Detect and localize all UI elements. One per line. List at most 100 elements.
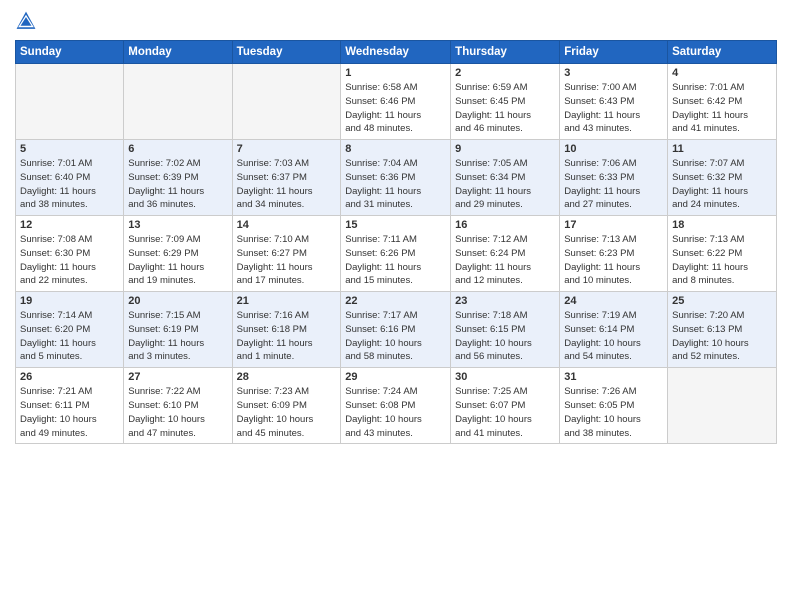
calendar-day-cell: [16, 64, 124, 140]
day-number: 7: [237, 143, 337, 155]
day-number: 22: [345, 295, 446, 307]
day-number: 1: [345, 67, 446, 79]
day-number: 23: [455, 295, 555, 307]
day-info: Sunrise: 7:13 AM Sunset: 6:22 PM Dayligh…: [672, 233, 772, 288]
day-info: Sunrise: 7:15 AM Sunset: 6:19 PM Dayligh…: [128, 309, 227, 364]
day-number: 21: [237, 295, 337, 307]
day-number: 29: [345, 371, 446, 383]
day-info: Sunrise: 7:25 AM Sunset: 6:07 PM Dayligh…: [455, 385, 555, 440]
day-number: 15: [345, 219, 446, 231]
day-number: 2: [455, 67, 555, 79]
calendar-day-cell: 5Sunrise: 7:01 AM Sunset: 6:40 PM Daylig…: [16, 140, 124, 216]
calendar-body: 1 Sunrise: 6:58 AM Sunset: 6:46 PM Daylig…: [16, 64, 777, 444]
calendar-day-cell: 4 Sunrise: 7:01 AM Sunset: 6:42 PM Daylig…: [668, 64, 777, 140]
day-number: 6: [128, 143, 227, 155]
day-info: Sunrise: 7:20 AM Sunset: 6:13 PM Dayligh…: [672, 309, 772, 364]
calendar-day-cell: 11 Sunrise: 7:07 AM Sunset: 6:32 PM Dayli…: [668, 140, 777, 216]
calendar-day-cell: 6 Sunrise: 7:02 AM Sunset: 6:39 PM Daylig…: [124, 140, 232, 216]
day-number: 11: [672, 143, 772, 155]
day-info: Sunrise: 7:11 AM Sunset: 6:26 PM Dayligh…: [345, 233, 446, 288]
calendar-week-row: 12Sunrise: 7:08 AM Sunset: 6:30 PM Dayli…: [16, 216, 777, 292]
day-info: Sunrise: 6:59 AM Sunset: 6:45 PM Dayligh…: [455, 81, 555, 136]
day-number: 12: [20, 219, 119, 231]
day-number: 3: [564, 67, 663, 79]
weekday-header: Saturday: [668, 41, 777, 64]
calendar-day-cell: 7 Sunrise: 7:03 AM Sunset: 6:37 PM Daylig…: [232, 140, 341, 216]
calendar-day-cell: 25 Sunrise: 7:20 AM Sunset: 6:13 PM Dayli…: [668, 292, 777, 368]
weekday-header: Monday: [124, 41, 232, 64]
weekday-header: Friday: [560, 41, 668, 64]
calendar-day-cell: 18 Sunrise: 7:13 AM Sunset: 6:22 PM Dayli…: [668, 216, 777, 292]
calendar-day-cell: [668, 368, 777, 444]
weekday-header: Wednesday: [341, 41, 451, 64]
day-info: Sunrise: 7:23 AM Sunset: 6:09 PM Dayligh…: [237, 385, 337, 440]
calendar-day-cell: 17 Sunrise: 7:13 AM Sunset: 6:23 PM Dayli…: [560, 216, 668, 292]
day-info: Sunrise: 7:03 AM Sunset: 6:37 PM Dayligh…: [237, 157, 337, 212]
calendar-day-cell: 26Sunrise: 7:21 AM Sunset: 6:11 PM Dayli…: [16, 368, 124, 444]
weekday-header: Sunday: [16, 41, 124, 64]
calendar-day-cell: [124, 64, 232, 140]
day-number: 14: [237, 219, 337, 231]
day-number: 24: [564, 295, 663, 307]
calendar-day-cell: 29 Sunrise: 7:24 AM Sunset: 6:08 PM Dayli…: [341, 368, 451, 444]
day-info: Sunrise: 7:07 AM Sunset: 6:32 PM Dayligh…: [672, 157, 772, 212]
calendar-day-cell: 24 Sunrise: 7:19 AM Sunset: 6:14 PM Dayli…: [560, 292, 668, 368]
day-info: Sunrise: 7:00 AM Sunset: 6:43 PM Dayligh…: [564, 81, 663, 136]
day-info: Sunrise: 7:13 AM Sunset: 6:23 PM Dayligh…: [564, 233, 663, 288]
calendar-week-row: 19 Sunrise: 7:14 AM Sunset: 6:20 PM Dayli…: [16, 292, 777, 368]
calendar-day-cell: 31 Sunrise: 7:26 AM Sunset: 6:05 PM Dayli…: [560, 368, 668, 444]
calendar-day-cell: 27Sunrise: 7:22 AM Sunset: 6:10 PM Dayli…: [124, 368, 232, 444]
day-number: 8: [345, 143, 446, 155]
day-info: Sunrise: 7:21 AM Sunset: 6:11 PM Dayligh…: [20, 385, 119, 440]
day-number: 28: [237, 371, 337, 383]
day-info: Sunrise: 7:10 AM Sunset: 6:27 PM Dayligh…: [237, 233, 337, 288]
day-info: Sunrise: 7:06 AM Sunset: 6:33 PM Dayligh…: [564, 157, 663, 212]
day-info: Sunrise: 7:14 AM Sunset: 6:20 PM Dayligh…: [20, 309, 119, 364]
day-number: 19: [20, 295, 119, 307]
calendar-week-row: 5Sunrise: 7:01 AM Sunset: 6:40 PM Daylig…: [16, 140, 777, 216]
calendar-day-cell: 30Sunrise: 7:25 AM Sunset: 6:07 PM Dayli…: [451, 368, 560, 444]
day-number: 25: [672, 295, 772, 307]
day-info: Sunrise: 7:12 AM Sunset: 6:24 PM Dayligh…: [455, 233, 555, 288]
day-number: 17: [564, 219, 663, 231]
day-number: 16: [455, 219, 555, 231]
day-info: Sunrise: 7:19 AM Sunset: 6:14 PM Dayligh…: [564, 309, 663, 364]
calendar-week-row: 26Sunrise: 7:21 AM Sunset: 6:11 PM Dayli…: [16, 368, 777, 444]
logo-icon: [15, 10, 37, 32]
day-number: 31: [564, 371, 663, 383]
day-info: Sunrise: 6:58 AM Sunset: 6:46 PM Dayligh…: [345, 81, 446, 136]
calendar-day-cell: 23 Sunrise: 7:18 AM Sunset: 6:15 PM Dayli…: [451, 292, 560, 368]
day-number: 4: [672, 67, 772, 79]
calendar-day-cell: 9Sunrise: 7:05 AM Sunset: 6:34 PM Daylig…: [451, 140, 560, 216]
calendar-day-cell: 12Sunrise: 7:08 AM Sunset: 6:30 PM Dayli…: [16, 216, 124, 292]
header: [15, 10, 777, 32]
day-info: Sunrise: 7:26 AM Sunset: 6:05 PM Dayligh…: [564, 385, 663, 440]
calendar-day-cell: 13Sunrise: 7:09 AM Sunset: 6:29 PM Dayli…: [124, 216, 232, 292]
day-number: 10: [564, 143, 663, 155]
calendar-day-cell: 10 Sunrise: 7:06 AM Sunset: 6:33 PM Dayli…: [560, 140, 668, 216]
calendar-day-cell: 21 Sunrise: 7:16 AM Sunset: 6:18 PM Dayli…: [232, 292, 341, 368]
day-number: 9: [455, 143, 555, 155]
day-info: Sunrise: 7:01 AM Sunset: 6:40 PM Dayligh…: [20, 157, 119, 212]
calendar-header-row: SundayMondayTuesdayWednesdayThursdayFrid…: [16, 41, 777, 64]
calendar-day-cell: 14 Sunrise: 7:10 AM Sunset: 6:27 PM Dayli…: [232, 216, 341, 292]
weekday-header: Tuesday: [232, 41, 341, 64]
day-info: Sunrise: 7:22 AM Sunset: 6:10 PM Dayligh…: [128, 385, 227, 440]
day-info: Sunrise: 7:24 AM Sunset: 6:08 PM Dayligh…: [345, 385, 446, 440]
day-info: Sunrise: 7:16 AM Sunset: 6:18 PM Dayligh…: [237, 309, 337, 364]
calendar-day-cell: 16 Sunrise: 7:12 AM Sunset: 6:24 PM Dayli…: [451, 216, 560, 292]
calendar-day-cell: 1 Sunrise: 6:58 AM Sunset: 6:46 PM Daylig…: [341, 64, 451, 140]
day-info: Sunrise: 7:02 AM Sunset: 6:39 PM Dayligh…: [128, 157, 227, 212]
weekday-header: Thursday: [451, 41, 560, 64]
calendar-day-cell: 19 Sunrise: 7:14 AM Sunset: 6:20 PM Dayli…: [16, 292, 124, 368]
calendar-day-cell: 22 Sunrise: 7:17 AM Sunset: 6:16 PM Dayli…: [341, 292, 451, 368]
day-number: 18: [672, 219, 772, 231]
day-info: Sunrise: 7:18 AM Sunset: 6:15 PM Dayligh…: [455, 309, 555, 364]
day-info: Sunrise: 7:01 AM Sunset: 6:42 PM Dayligh…: [672, 81, 772, 136]
calendar-day-cell: 3 Sunrise: 7:00 AM Sunset: 6:43 PM Daylig…: [560, 64, 668, 140]
calendar-day-cell: [232, 64, 341, 140]
logo: [15, 10, 41, 32]
day-info: Sunrise: 7:17 AM Sunset: 6:16 PM Dayligh…: [345, 309, 446, 364]
calendar-day-cell: 8Sunrise: 7:04 AM Sunset: 6:36 PM Daylig…: [341, 140, 451, 216]
day-number: 13: [128, 219, 227, 231]
